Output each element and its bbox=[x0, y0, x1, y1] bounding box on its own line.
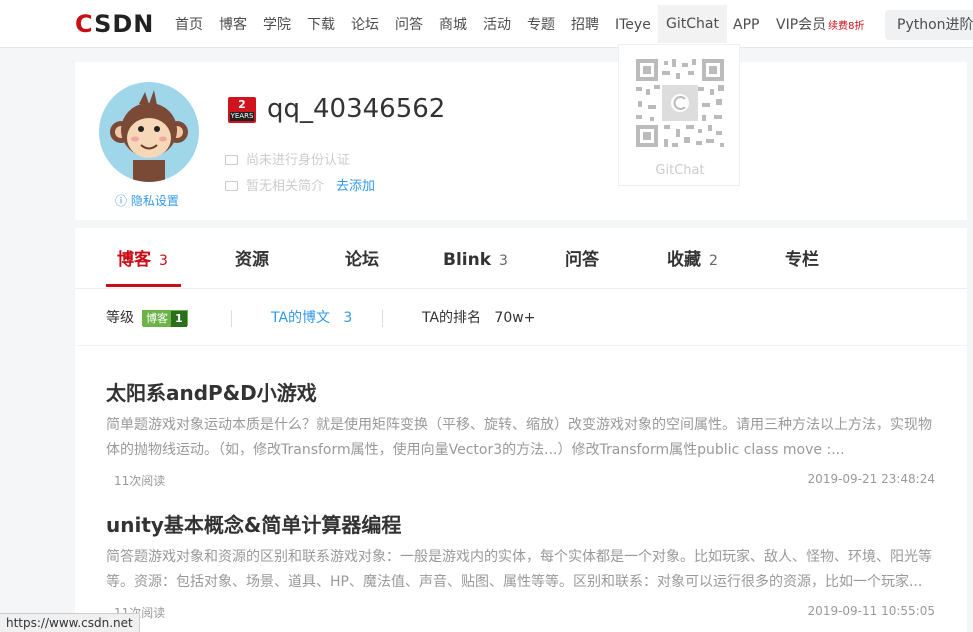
identity-status: 尚未进行身份认证 bbox=[246, 153, 351, 168]
profile-card: ⓘ 隐私设置 2 YEARS qq_40346562 尚未进行身份认证 暂无相关… bbox=[75, 44, 967, 220]
nav-item-gitchat[interactable]: GitChat bbox=[658, 5, 727, 43]
article-time: 2019-09-21 23:48:24 bbox=[807, 472, 935, 486]
nav-item-vip[interactable]: VIP会员 续费8折 bbox=[776, 15, 865, 37]
nav-item-mall[interactable]: 商城 bbox=[439, 15, 467, 35]
top-nav: CSDN 首页 博客 学院 下载 论坛 问答 商城 活动 专题 招聘 ITeye… bbox=[0, 0, 973, 48]
main-panel: 博客 3 资源 论坛 Blink 3 问答 收藏 2 专栏 等级 博客 1 TA的博文 3… bbox=[75, 228, 967, 632]
tab-label: 收藏 bbox=[667, 250, 701, 270]
level-label: 等级 bbox=[106, 310, 134, 326]
tab-resources[interactable]: 资源 bbox=[235, 249, 269, 271]
tab-label: 资源 bbox=[235, 250, 269, 270]
nav-item-blog[interactable]: 博客 bbox=[219, 15, 247, 35]
level-badge: 博客 1 bbox=[142, 310, 188, 327]
info-icon: ⓘ bbox=[115, 194, 131, 208]
tab-count: 3 bbox=[159, 253, 168, 269]
article-desc[interactable]: 简答题游戏对象和资源的区别和联系游戏对象：一般是游戏内的实体，每个实体都是一个对… bbox=[106, 545, 936, 595]
level-stat: 等级 博客 1 bbox=[106, 309, 188, 327]
tab-qa[interactable]: 问答 bbox=[565, 249, 599, 271]
rank-label: TA的排名 bbox=[422, 310, 482, 326]
tab-count: 3 bbox=[499, 253, 508, 269]
years-badge-number: 2 bbox=[238, 98, 246, 111]
tab-columns[interactable]: 专栏 bbox=[785, 249, 819, 271]
article-desc[interactable]: 简单题游戏对象运动本质是什么？就是使用矩阵变换（平移、旋转、缩放）改变游戏对象的… bbox=[106, 413, 936, 463]
tab-label: 专栏 bbox=[785, 250, 819, 270]
vip-discount: 续费8折 bbox=[828, 21, 865, 32]
years-badge: 2 YEARS bbox=[228, 97, 256, 123]
article-item: 太阳系andP&D小游戏 简单题游戏对象运动本质是什么？就是使用矩阵变换（平移、… bbox=[106, 379, 936, 492]
nav-item-qa[interactable]: 问答 bbox=[395, 15, 423, 35]
article-meta: 11次阅读 2019-09-21 23:48:24 bbox=[106, 472, 936, 492]
level-badge-num: 1 bbox=[171, 311, 187, 327]
posts-stat[interactable]: TA的博文 3 bbox=[271, 309, 352, 327]
search-input[interactable]: Python进阶 bbox=[885, 10, 973, 40]
username: qq_40346562 bbox=[267, 94, 446, 124]
years-badge-text: YEARS bbox=[230, 112, 254, 121]
article-reads: 11次阅读 bbox=[114, 474, 166, 488]
nav-item-forum[interactable]: 论坛 bbox=[351, 15, 379, 35]
nav-item-events[interactable]: 活动 bbox=[483, 15, 511, 35]
stats-bar: 等级 博客 1 TA的博文 3 TA的排名 70w+ bbox=[75, 290, 967, 346]
tab-forum[interactable]: 论坛 bbox=[345, 249, 379, 271]
nav-item-academy[interactable]: 学院 bbox=[263, 15, 291, 35]
nav-item-home[interactable]: 首页 bbox=[175, 15, 203, 35]
id-card-icon bbox=[225, 181, 238, 191]
divider bbox=[382, 310, 383, 327]
level-badge-text: 博客 bbox=[143, 311, 171, 327]
nav-item-jobs[interactable]: 招聘 bbox=[571, 15, 599, 35]
gitchat-qr-popup: GitChat bbox=[618, 44, 740, 186]
add-bio-link[interactable]: 去添加 bbox=[336, 179, 375, 194]
identity-row: 尚未进行身份认证 bbox=[225, 152, 350, 170]
nav-item-download[interactable]: 下载 bbox=[307, 15, 335, 35]
browser-status-url: https://www.csdn.net bbox=[0, 613, 140, 632]
divider bbox=[231, 310, 232, 327]
rank-stat: TA的排名 70w+ bbox=[422, 309, 535, 327]
posts-label: TA的博文 bbox=[271, 310, 331, 326]
article-time: 2019-09-11 10:55:05 bbox=[807, 604, 935, 618]
rank-value: 70w+ bbox=[494, 310, 536, 326]
nav-item-iteye[interactable]: ITeye bbox=[615, 15, 651, 35]
active-tab-indicator bbox=[106, 284, 181, 287]
bio-status: 暂无相关简介 bbox=[246, 179, 325, 194]
bio-row: 暂无相关简介 去添加 bbox=[225, 178, 375, 196]
tab-blink[interactable]: Blink 3 bbox=[443, 249, 508, 272]
privacy-settings-link[interactable]: ⓘ 隐私设置 bbox=[115, 192, 179, 209]
tab-label: Blink bbox=[443, 250, 492, 270]
tab-label: 问答 bbox=[565, 250, 599, 270]
tab-label: 博客 bbox=[117, 250, 151, 270]
tab-favorites[interactable]: 收藏 2 bbox=[667, 249, 718, 272]
qr-code-image bbox=[636, 59, 724, 147]
tab-blog[interactable]: 博客 3 bbox=[117, 249, 168, 272]
article-meta: 11次阅读 2019-09-11 10:55:05 bbox=[106, 604, 936, 624]
article-title[interactable]: unity基本概念&简单计算器编程 bbox=[106, 511, 936, 539]
posts-count: 3 bbox=[343, 310, 353, 326]
article-item: unity基本概念&简单计算器编程 简答题游戏对象和资源的区别和联系游戏对象：一… bbox=[106, 511, 936, 624]
tab-label: 论坛 bbox=[345, 250, 379, 270]
id-card-icon bbox=[225, 155, 238, 165]
tab-count: 2 bbox=[709, 253, 718, 269]
profile-tabs: 博客 3 资源 论坛 Blink 3 问答 收藏 2 专栏 bbox=[75, 228, 967, 289]
vip-label: VIP会员 bbox=[776, 17, 827, 33]
csdn-logo[interactable]: CSDN bbox=[75, 12, 154, 36]
article-title[interactable]: 太阳系andP&D小游戏 bbox=[106, 379, 936, 407]
avatar[interactable] bbox=[99, 82, 199, 182]
qr-label: GitChat bbox=[655, 163, 705, 178]
monkey-avatar-image bbox=[99, 82, 199, 182]
privacy-label: 隐私设置 bbox=[130, 194, 179, 208]
nav-item-topics[interactable]: 专题 bbox=[527, 15, 555, 35]
nav-item-app[interactable]: APP bbox=[733, 15, 759, 35]
